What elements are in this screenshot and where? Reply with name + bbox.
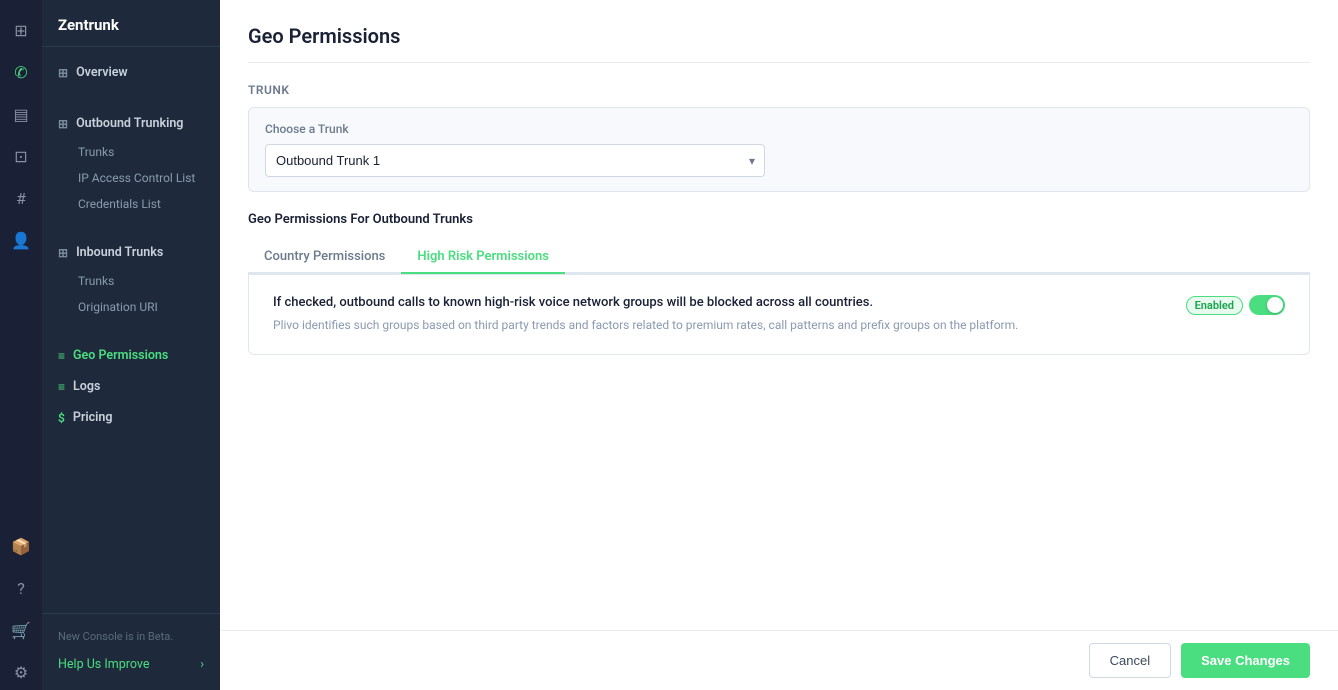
sidebar-item-inbound-trunks[interactable]: ⊞ Inbound Trunks [42,237,220,268]
trunk-select-wrapper: Choose a Trunk Outbound Trunk 1 Outbound… [248,107,1310,192]
main-content: Geo Permissions Trunk Choose a Trunk Out… [220,0,1338,630]
sidebar-item-overview[interactable]: ⊞ Overview [42,57,220,88]
sidebar-section-outbound: ⊞ Outbound Trunking Trunks IP Access Con… [42,98,220,227]
sidebar-logo: Zentrunk [42,0,220,47]
save-changes-button[interactable]: Save Changes [1181,643,1310,678]
phone-icon[interactable]: ✆ [3,54,39,90]
geo-tabs: Country Permissions High Risk Permission… [248,241,1310,274]
toggle-thumb [1267,297,1283,313]
hash-icon[interactable]: # [3,180,39,216]
sidebar-item-credentials-list[interactable]: Credentials List [42,191,220,217]
person-icon[interactable]: 👤 [3,222,39,258]
sidebar-item-outbound-trunking[interactable]: ⊞ Outbound Trunking [42,108,220,139]
sidebar-item-inbound-trunks-child[interactable]: Trunks [42,268,220,294]
enabled-badge: Enabled [1186,296,1243,315]
help-us-improve[interactable]: Help Us Improve › [42,649,220,680]
help-chevron-icon: › [200,657,204,672]
sidebar-item-logs[interactable]: ≡ Logs [42,371,220,402]
icon-bar: ⊞ ✆ ▤ ⊡ # 👤 📦 ? 🛒 ⚙ [0,0,42,690]
inbound-icon: ⊞ [58,246,68,260]
sidebar-section-standalone: ≡ Geo Permissions ≡ Logs $ Pricing [42,330,220,443]
high-risk-panel: If checked, outbound calls to known high… [248,274,1310,355]
cancel-button[interactable]: Cancel [1089,643,1171,678]
overview-icon: ⊞ [58,66,68,80]
main-footer: Cancel Save Changes [220,630,1338,690]
sidebar-item-outbound-trunks[interactable]: Trunks [42,139,220,165]
trunk-select-container: Outbound Trunk 1 Outbound Trunk 2 ▾ [265,144,765,177]
grid-icon[interactable]: ⊡ [3,138,39,174]
message-icon[interactable]: ▤ [3,96,39,132]
choose-trunk-label: Choose a Trunk [265,122,1293,136]
high-risk-description: If checked, outbound calls to known high… [273,295,1018,310]
trunk-section-label: Trunk [248,83,1310,97]
home-icon[interactable]: ⊞ [3,12,39,48]
main-panel: Geo Permissions Trunk Choose a Trunk Out… [220,0,1338,690]
sidebar-item-ip-acl[interactable]: IP Access Control List [42,165,220,191]
geo-section-title: Geo Permissions For Outbound Trunks [248,212,1310,227]
help-circle-icon[interactable]: ? [3,570,39,606]
sidebar: Zentrunk ⊞ Overview ⊞ Outbound Trunking … [42,0,220,690]
high-risk-subtext: Plivo identifies such groups based on th… [273,316,1018,334]
high-risk-text: If checked, outbound calls to known high… [273,295,1018,334]
sidebar-item-pricing[interactable]: $ Pricing [42,402,220,433]
tab-country-permissions[interactable]: Country Permissions [248,241,401,274]
box-icon[interactable]: 📦 [3,528,39,564]
sidebar-section-overview: ⊞ Overview [42,47,220,98]
sidebar-item-geo-permissions[interactable]: ≡ Geo Permissions [42,340,220,371]
store-icon[interactable]: 🛒 [3,612,39,648]
sidebar-footer: New Console is in Beta. Help Us Improve … [42,613,220,690]
toggle-track [1249,295,1285,315]
sidebar-item-origination-uri[interactable]: Origination URI [42,294,220,320]
high-risk-toggle[interactable] [1249,295,1285,315]
settings-icon[interactable]: ⚙ [3,654,39,690]
high-risk-toggle-container: Enabled [1186,295,1285,315]
trunk-select[interactable]: Outbound Trunk 1 Outbound Trunk 2 [265,144,765,177]
logs-icon: ≡ [58,380,65,394]
page-title: Geo Permissions [248,24,1310,63]
pricing-icon: $ [58,411,65,425]
outbound-icon: ⊞ [58,117,68,131]
sidebar-section-inbound: ⊞ Inbound Trunks Trunks Origination URI [42,227,220,330]
geo-icon: ≡ [58,349,65,363]
tab-high-risk-permissions[interactable]: High Risk Permissions [401,241,565,274]
beta-text: New Console is in Beta. [42,624,220,649]
